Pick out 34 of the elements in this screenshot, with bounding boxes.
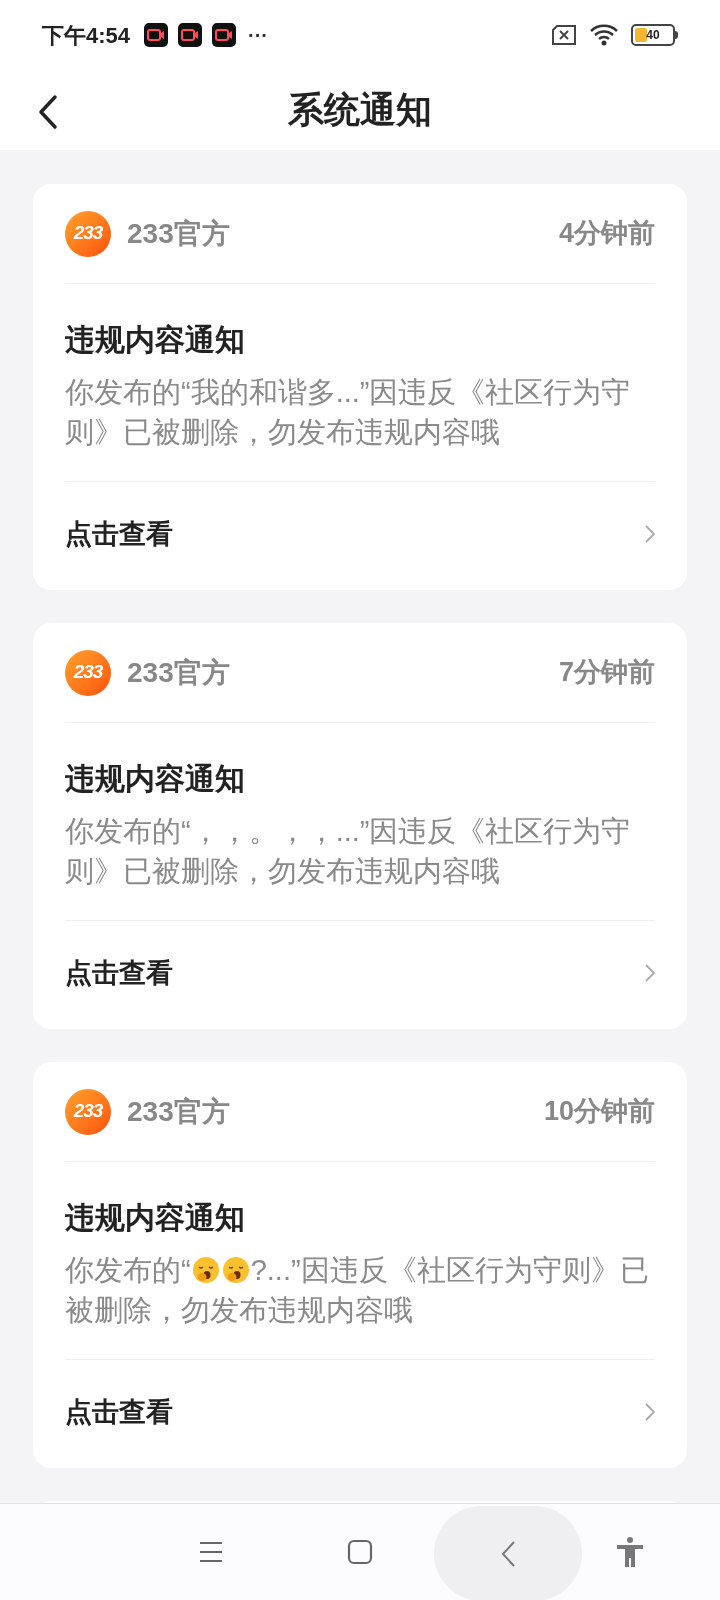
more-notifications: ··· xyxy=(248,23,269,48)
status-time: 下午4:54 xyxy=(42,21,131,50)
no-sim-icon xyxy=(551,25,577,45)
page-title: 系统通知 xyxy=(288,88,432,132)
accessibility-icon[interactable] xyxy=(616,1537,644,1567)
yawning-face-icon xyxy=(221,1256,250,1284)
chevron-right-icon xyxy=(645,525,655,543)
screen-record-icon xyxy=(212,23,237,47)
view-details-link[interactable]: 点击查看 xyxy=(65,1360,655,1464)
sender-name: 233官方 xyxy=(127,1094,230,1129)
notification-message: 你发布的“我的和谐多...”因违反《社区行为守则》已被删除，勿发布违规内容哦 xyxy=(65,375,632,450)
wifi-icon xyxy=(589,23,619,47)
yawning-face-icon xyxy=(191,1256,220,1284)
notification-time: 4分钟前 xyxy=(558,217,655,251)
menu-icon[interactable] xyxy=(199,1541,223,1563)
app-logo: 233 xyxy=(65,649,111,696)
chevron-right-icon xyxy=(645,964,655,982)
view-details-link[interactable]: 点击查看 xyxy=(65,482,655,586)
screen-record-icon xyxy=(144,23,169,47)
notification-title: 违规内容通知 xyxy=(65,761,246,797)
notification-title: 违规内容通知 xyxy=(65,322,246,358)
app-logo: 233 xyxy=(65,210,111,257)
notification-time: 7分钟前 xyxy=(558,656,655,690)
screen-record-icon xyxy=(178,23,203,47)
view-details-link[interactable]: 点击查看 xyxy=(65,921,655,1025)
sender-name: 233官方 xyxy=(127,216,230,251)
home-square-icon[interactable] xyxy=(347,1539,373,1565)
sender-name: 233官方 xyxy=(127,655,230,690)
chevron-right-icon xyxy=(645,1403,655,1421)
app-logo: 233 xyxy=(65,1088,111,1135)
notification-time: 10分钟前 xyxy=(543,1095,655,1129)
notification-message: 你发布的“，，。，，...”因违反《社区行为守则》已被删除，勿发布违规内容哦 xyxy=(65,814,632,889)
notification-title: 违规内容通知 xyxy=(65,1200,246,1236)
notification-message: 你发布的“ ?...”因违反《社区行为守则》已被删除，勿发布违规内容哦 xyxy=(65,1253,650,1328)
